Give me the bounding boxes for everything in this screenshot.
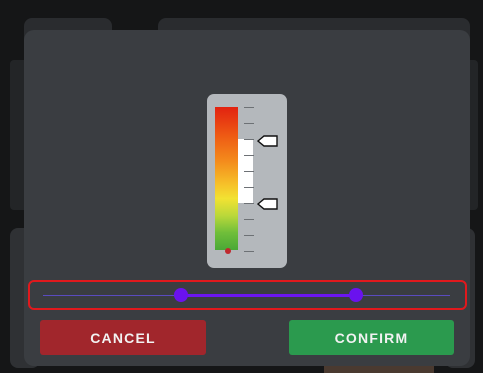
scale-tick [244, 139, 254, 140]
scale-tick [244, 171, 254, 172]
scale-tick [244, 203, 254, 204]
lower-limit-marker[interactable] [257, 198, 279, 210]
scale-tick [244, 235, 254, 236]
current-level-dot [225, 248, 231, 254]
level-meter [207, 94, 287, 268]
slider-min-thumb[interactable] [174, 288, 189, 302]
scale-tick [244, 187, 254, 188]
scale-tick [244, 251, 254, 252]
confirm-button[interactable]: CONFIRM [289, 320, 454, 355]
cancel-button-label: CANCEL [90, 329, 156, 346]
scale-tick [244, 123, 254, 124]
scale-tick [244, 219, 254, 220]
scale-tick [244, 155, 254, 156]
cancel-button[interactable]: CANCEL [40, 320, 206, 355]
slider-selected-range [181, 294, 357, 297]
range-slider[interactable] [43, 283, 450, 307]
upper-limit-marker[interactable] [257, 135, 279, 147]
confirm-button-label: CONFIRM [334, 329, 409, 346]
color-scale [215, 107, 238, 250]
slider-max-thumb[interactable] [349, 288, 364, 302]
scale-tick [244, 107, 254, 108]
